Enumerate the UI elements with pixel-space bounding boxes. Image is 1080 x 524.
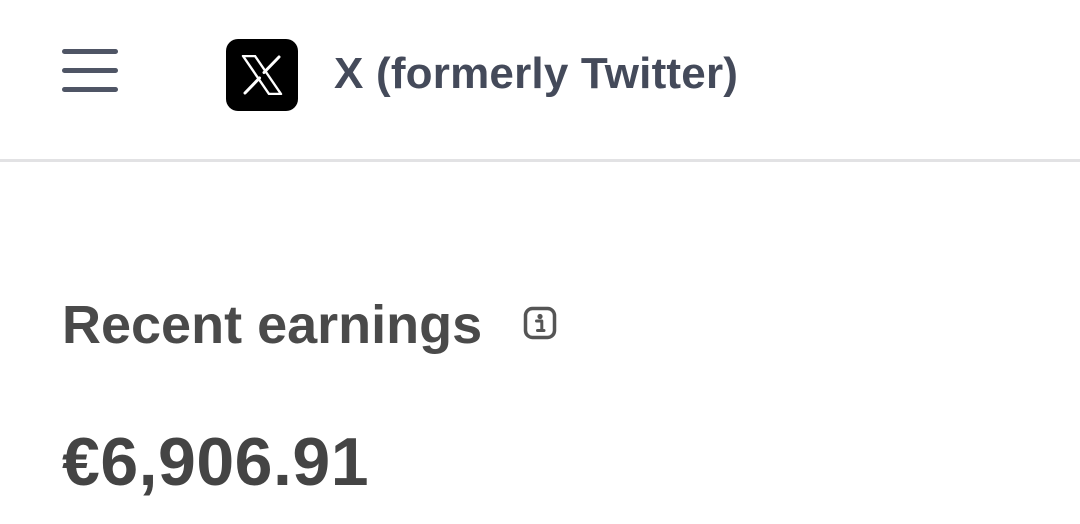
x-logo-icon (226, 39, 298, 111)
app-title: X (formerly Twitter) (334, 49, 739, 98)
x-logo-glyph (241, 55, 283, 95)
menu-line (62, 87, 118, 92)
menu-line (62, 49, 118, 54)
menu-line (62, 68, 118, 73)
info-icon[interactable] (523, 306, 557, 340)
app-header: X (formerly Twitter) (0, 0, 1080, 162)
earnings-amount: €6,906.91 (62, 424, 370, 500)
recent-earnings-title: Recent earnings (62, 295, 483, 355)
info-icon-glyph (523, 306, 557, 340)
hamburger-menu-icon[interactable] (56, 44, 124, 98)
